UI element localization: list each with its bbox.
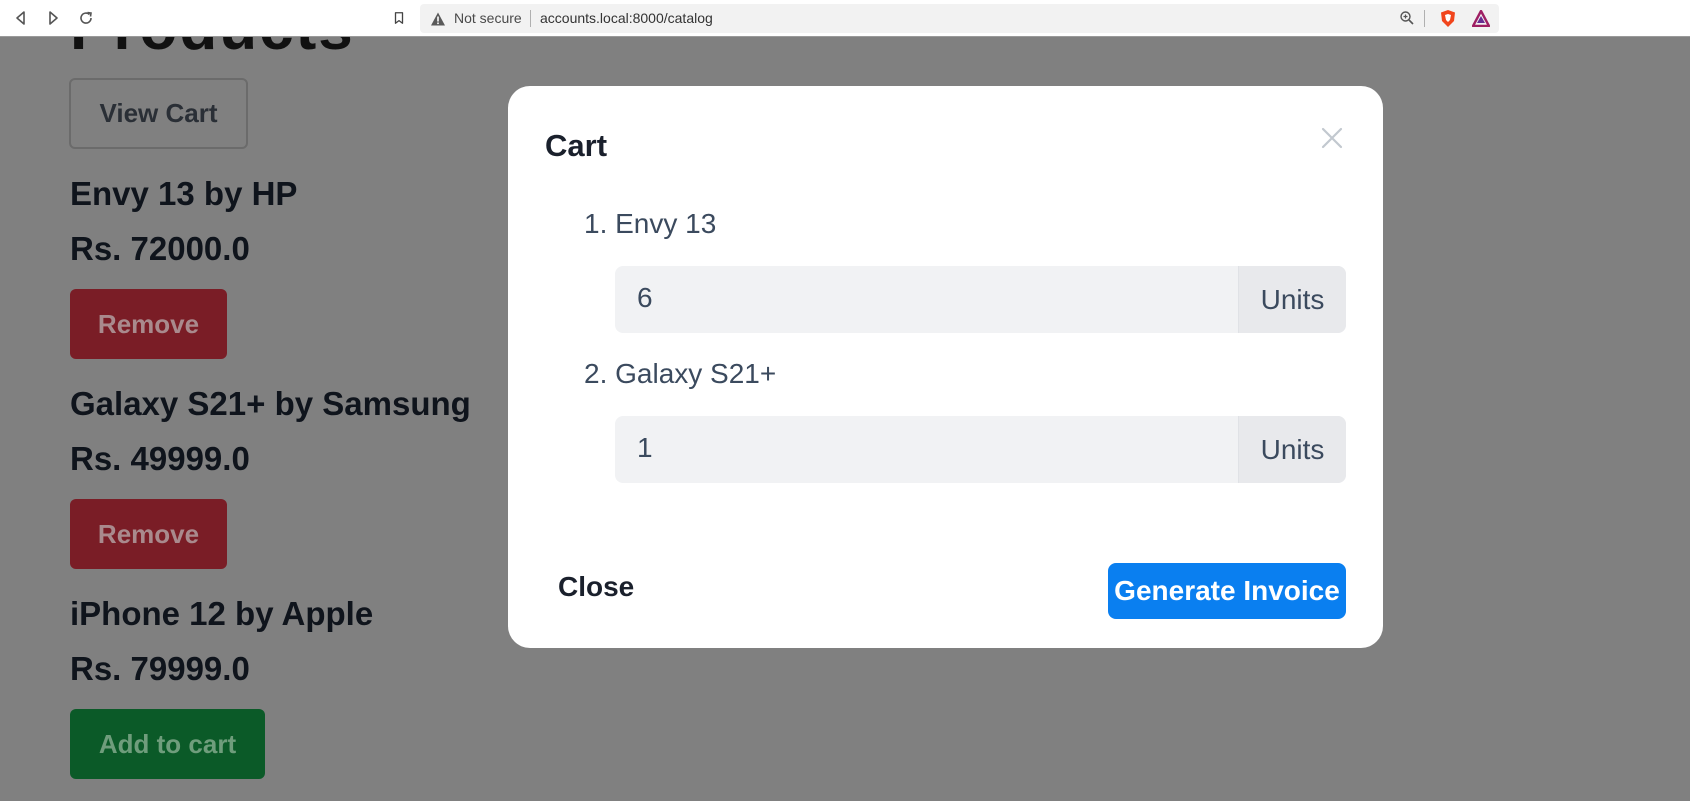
forward-icon[interactable] bbox=[42, 7, 64, 29]
page-heading: Products bbox=[70, 37, 355, 64]
generate-invoice-button[interactable]: Generate Invoice bbox=[1108, 563, 1346, 619]
quantity-field[interactable]: 1 Units bbox=[615, 416, 1346, 483]
browser-toolbar: Not secure accounts.local:8000/catalog bbox=[0, 0, 1690, 37]
brave-rewards-icon[interactable] bbox=[1472, 10, 1490, 27]
reload-icon[interactable] bbox=[75, 7, 97, 29]
quantity-field[interactable]: 6 Units bbox=[615, 266, 1346, 333]
close-button[interactable]: Close bbox=[558, 571, 634, 603]
url-divider bbox=[1424, 10, 1425, 27]
address-bar[interactable]: Not secure accounts.local:8000/catalog bbox=[420, 4, 1499, 33]
units-addon: Units bbox=[1238, 266, 1346, 333]
remove-button[interactable]: Remove bbox=[70, 499, 227, 569]
back-icon[interactable] bbox=[10, 7, 32, 29]
units-addon: Units bbox=[1238, 416, 1346, 483]
product-price: Rs. 79999.0 bbox=[70, 650, 250, 687]
url-divider bbox=[530, 10, 531, 27]
quantity-input[interactable]: 6 bbox=[637, 282, 653, 314]
cart-modal: Cart 1. Envy 13 6 Units 2. Galaxy S21+ 1… bbox=[508, 86, 1383, 648]
cart-item-label: 1. Envy 13 bbox=[584, 208, 717, 239]
remove-button[interactable]: Remove bbox=[70, 289, 227, 359]
product-price: Rs. 72000.0 bbox=[70, 230, 250, 267]
close-icon[interactable] bbox=[1318, 124, 1346, 152]
cart-item-label: 2. Galaxy S21+ bbox=[584, 358, 777, 389]
brave-shield-icon[interactable] bbox=[1439, 9, 1457, 28]
quantity-input[interactable]: 1 bbox=[637, 432, 653, 464]
product-name: Envy 13 by HP bbox=[70, 175, 298, 212]
product-name: iPhone 12 by Apple bbox=[70, 595, 374, 632]
product-name: Galaxy S21+ by Samsung bbox=[70, 385, 471, 422]
modal-title: Cart bbox=[545, 128, 608, 163]
product-price: Rs. 49999.0 bbox=[70, 440, 250, 477]
security-label[interactable]: Not secure bbox=[454, 10, 522, 26]
warning-icon bbox=[431, 12, 445, 26]
view-cart-button[interactable]: View Cart bbox=[69, 78, 248, 149]
zoom-icon[interactable] bbox=[1399, 10, 1415, 26]
url-text[interactable]: accounts.local:8000/catalog bbox=[540, 10, 713, 26]
add-to-cart-button[interactable]: Add to cart bbox=[70, 709, 265, 779]
bookmark-icon[interactable] bbox=[388, 7, 410, 29]
